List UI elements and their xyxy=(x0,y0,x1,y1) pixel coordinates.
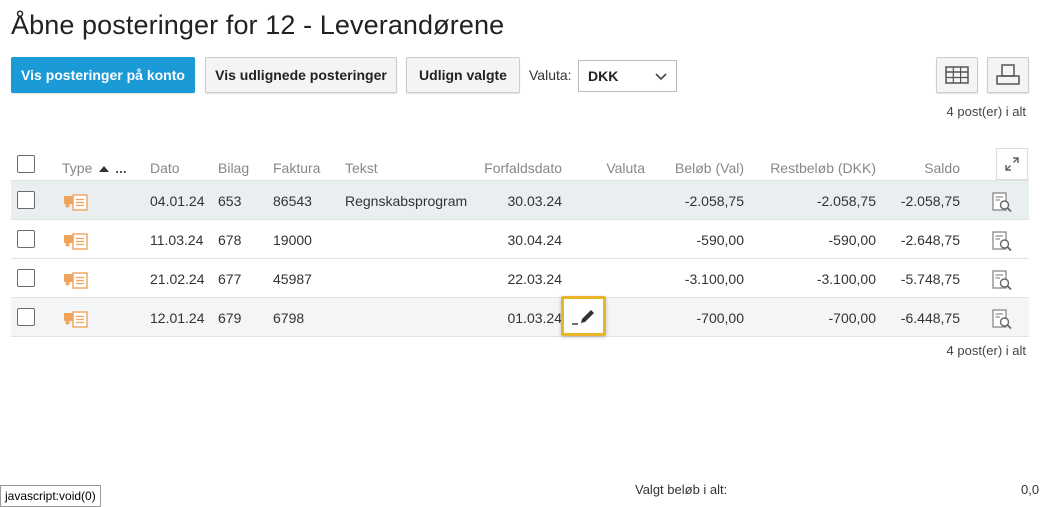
header-voucher[interactable]: Bilag xyxy=(218,160,249,176)
show-settled-button[interactable]: Vis udlignede posteringer xyxy=(205,57,397,93)
cell-invoice: 19000 xyxy=(273,232,312,248)
supplier-invoice-icon xyxy=(64,272,88,289)
settle-selected-button[interactable]: Udlign valgte xyxy=(406,57,520,93)
header-currency[interactable]: Valuta xyxy=(606,160,645,176)
cell-due: 30.03.24 xyxy=(507,193,563,209)
cell-balance: -6.448,75 xyxy=(900,310,960,326)
cell-voucher: 653 xyxy=(218,193,242,209)
cell-balance: -2.648,75 xyxy=(900,232,960,248)
row-checkbox[interactable] xyxy=(17,308,35,326)
columns-button[interactable] xyxy=(936,57,978,93)
cell-balance: -5.748,75 xyxy=(900,271,960,287)
table-header: Type ... Dato Bilag Faktura Tekst Forfal… xyxy=(11,148,1029,181)
view-document-icon[interactable] xyxy=(991,191,1013,213)
view-document-icon[interactable] xyxy=(991,230,1013,252)
supplier-invoice-icon xyxy=(64,194,88,211)
page-title: Åbne posteringer for 12 - Leverandørene xyxy=(11,10,505,40)
select-all-checkbox[interactable] xyxy=(17,155,35,173)
selected-amount-label: Valgt beløb i alt: xyxy=(635,482,728,497)
cell-amount: -3.100,00 xyxy=(684,271,744,287)
cell-due: 30.04.24 xyxy=(507,232,563,248)
header-text[interactable]: Tekst xyxy=(345,160,378,176)
cell-due: 22.03.24 xyxy=(507,271,563,287)
cell-amount: -700,00 xyxy=(696,310,744,326)
sort-asc-icon xyxy=(99,166,110,172)
row-checkbox[interactable] xyxy=(17,230,35,248)
cell-rest: -2.058,75 xyxy=(816,193,876,209)
row-checkbox[interactable] xyxy=(17,191,35,209)
cell-invoice: 45987 xyxy=(273,271,312,287)
cell-date: 11.03.24 xyxy=(150,232,204,248)
header-type[interactable]: Type ... xyxy=(62,160,127,176)
status-bar-url: javascript:void(0) xyxy=(0,485,101,507)
expand-icon xyxy=(1005,157,1019,171)
post-count-bottom: 4 post(er) i alt xyxy=(946,343,1026,358)
cell-voucher: 677 xyxy=(218,271,242,287)
post-count-top: 4 post(er) i alt xyxy=(946,104,1026,119)
cell-voucher: 679 xyxy=(218,310,242,326)
cell-rest: -3.100,00 xyxy=(816,271,876,287)
cell-date: 21.02.24 xyxy=(150,271,205,287)
row-checkbox[interactable] xyxy=(17,269,35,287)
cell-date: 12.01.24 xyxy=(150,310,205,326)
print-button[interactable] xyxy=(987,57,1029,93)
cell-voucher: 678 xyxy=(218,232,242,248)
table-columns-icon xyxy=(945,66,969,84)
supplier-invoice-icon xyxy=(64,311,88,328)
view-document-icon[interactable] xyxy=(991,269,1013,291)
supplier-invoice-icon xyxy=(64,233,88,250)
table-row[interactable]: 21.02.24 677 45987 22.03.24 -3.100,00 -3… xyxy=(11,259,1029,298)
chevron-down-icon xyxy=(655,73,667,81)
table-row[interactable]: 11.03.24 678 19000 30.04.24 -590,00 -590… xyxy=(11,220,1029,259)
currency-select[interactable]: DKK xyxy=(578,60,677,92)
header-due-date[interactable]: Forfaldsdato xyxy=(484,160,562,176)
cell-date: 04.01.24 xyxy=(150,193,205,209)
cell-due: 01.03.24 xyxy=(507,310,563,326)
cell-amount: -590,00 xyxy=(696,232,744,248)
cell-rest: -700,00 xyxy=(828,310,876,326)
view-document-icon[interactable] xyxy=(991,308,1013,330)
edit-currency-button[interactable] xyxy=(561,296,606,336)
show-on-account-button[interactable]: Vis posteringer på konto xyxy=(11,57,195,93)
currency-select-value: DKK xyxy=(588,68,619,84)
cell-invoice: 86543 xyxy=(273,193,312,209)
table-row[interactable]: 12.01.24 679 6798 01.03.24 -700,00 -700,… xyxy=(11,298,1029,337)
expand-button[interactable] xyxy=(996,148,1028,180)
currency-label: Valuta: xyxy=(529,67,572,83)
table-row[interactable]: 04.01.24 653 86543 Regnskabsprogram 30.0… xyxy=(11,181,1029,220)
cell-rest: -590,00 xyxy=(828,232,876,248)
cell-balance: -2.058,75 xyxy=(900,193,960,209)
header-rest[interactable]: Restbeløb (DKK) xyxy=(770,160,876,176)
header-balance[interactable]: Saldo xyxy=(924,160,960,176)
header-amount[interactable]: Beløb (Val) xyxy=(675,160,744,176)
cell-text: Regnskabsprogram xyxy=(345,193,468,209)
header-date[interactable]: Dato xyxy=(150,160,180,176)
pencil-icon xyxy=(572,310,594,325)
cell-invoice: 6798 xyxy=(273,310,305,326)
header-invoice[interactable]: Faktura xyxy=(273,160,320,176)
print-icon xyxy=(996,64,1020,85)
selected-amount-value: 0,0 xyxy=(1021,482,1040,497)
cell-amount: -2.058,75 xyxy=(684,193,744,209)
